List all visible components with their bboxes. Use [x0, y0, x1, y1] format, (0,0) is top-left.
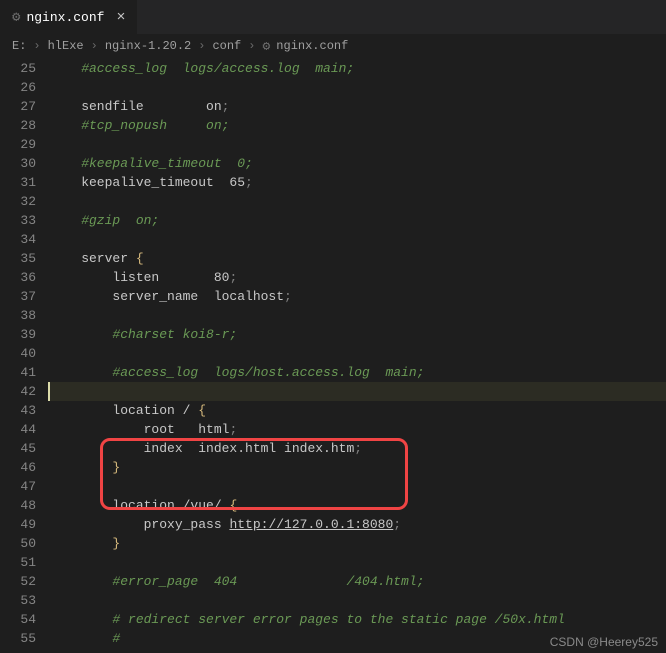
line-number: 53 [0, 591, 36, 610]
code-line[interactable]: root html; [50, 420, 666, 439]
code-line[interactable] [50, 135, 666, 154]
chevron-right-icon: › [198, 39, 205, 53]
cursor-icon [48, 382, 50, 401]
line-number: 37 [0, 287, 36, 306]
code-line-current[interactable] [50, 382, 666, 401]
line-number: 32 [0, 192, 36, 211]
line-number: 40 [0, 344, 36, 363]
code-line[interactable]: location /vue/ { [50, 496, 666, 515]
code-editor[interactable]: 25 26 27 28 29 30 31 32 33 34 35 36 37 3… [0, 57, 666, 653]
code-line[interactable] [50, 344, 666, 363]
tab-bar: ⚙ nginx.conf × [0, 0, 666, 35]
code-line[interactable] [50, 306, 666, 325]
line-number: 34 [0, 230, 36, 249]
tab-title: nginx.conf [26, 10, 104, 25]
code-line[interactable]: proxy_pass http://127.0.0.1:8080; [50, 515, 666, 534]
code-line[interactable] [50, 553, 666, 572]
line-number: 38 [0, 306, 36, 325]
breadcrumb-part[interactable]: conf [212, 39, 241, 53]
code-line[interactable] [50, 477, 666, 496]
line-number: 47 [0, 477, 36, 496]
line-number: 33 [0, 211, 36, 230]
close-icon[interactable]: × [116, 9, 125, 26]
line-number: 31 [0, 173, 36, 192]
line-number: 25 [0, 59, 36, 78]
code-content[interactable]: #access_log logs/access.log main; sendfi… [50, 57, 666, 653]
code-line[interactable]: #keepalive_timeout 0; [50, 154, 666, 173]
code-line[interactable]: } [50, 534, 666, 553]
line-number: 30 [0, 154, 36, 173]
line-number: 29 [0, 135, 36, 154]
code-line[interactable]: #access_log logs/access.log main; [50, 59, 666, 78]
code-line[interactable]: #tcp_nopush on; [50, 116, 666, 135]
line-number: 48 [0, 496, 36, 515]
code-line[interactable] [50, 230, 666, 249]
gear-icon: ⚙ [262, 39, 270, 54]
code-line[interactable]: } [50, 458, 666, 477]
line-number: 50 [0, 534, 36, 553]
line-number: 43 [0, 401, 36, 420]
code-line[interactable]: location / { [50, 401, 666, 420]
code-line[interactable]: index index.html index.htm; [50, 439, 666, 458]
chevron-right-icon: › [91, 39, 98, 53]
code-line[interactable]: server { [50, 249, 666, 268]
line-number: 26 [0, 78, 36, 97]
code-line[interactable]: #access_log logs/host.access.log main; [50, 363, 666, 382]
chevron-right-icon: › [248, 39, 255, 53]
line-number: 45 [0, 439, 36, 458]
code-line[interactable] [50, 78, 666, 97]
code-line[interactable]: listen 80; [50, 268, 666, 287]
code-line[interactable]: keepalive_timeout 65; [50, 173, 666, 192]
code-line[interactable]: sendfile on; [50, 97, 666, 116]
line-number: 42 [0, 382, 36, 401]
chevron-right-icon: › [33, 39, 40, 53]
code-line[interactable] [50, 192, 666, 211]
code-line[interactable]: #error_page 404 /404.html; [50, 572, 666, 591]
line-number: 27 [0, 97, 36, 116]
line-number: 36 [0, 268, 36, 287]
gear-icon: ⚙ [12, 9, 20, 26]
line-number: 51 [0, 553, 36, 572]
code-line[interactable]: #gzip on; [50, 211, 666, 230]
code-line[interactable] [50, 591, 666, 610]
code-line[interactable]: # redirect server error pages to the sta… [50, 610, 666, 629]
breadcrumb-part[interactable]: nginx.conf [276, 39, 348, 53]
breadcrumb-part[interactable]: E: [12, 39, 26, 53]
watermark: CSDN @Heerey525 [550, 635, 658, 649]
line-number: 44 [0, 420, 36, 439]
code-line[interactable]: #charset koi8-r; [50, 325, 666, 344]
tab-nginx-conf[interactable]: ⚙ nginx.conf × [0, 0, 137, 35]
breadcrumb[interactable]: E: › hlExe › nginx-1.20.2 › conf › ⚙ ngi… [0, 35, 666, 57]
code-line[interactable]: server_name localhost; [50, 287, 666, 306]
line-number: 46 [0, 458, 36, 477]
breadcrumb-part[interactable]: nginx-1.20.2 [105, 39, 191, 53]
line-number: 55 [0, 629, 36, 648]
line-number: 35 [0, 249, 36, 268]
line-number: 39 [0, 325, 36, 344]
breadcrumb-part[interactable]: hlExe [48, 39, 84, 53]
line-number: 49 [0, 515, 36, 534]
line-number: 54 [0, 610, 36, 629]
line-number: 41 [0, 363, 36, 382]
line-number-gutter: 25 26 27 28 29 30 31 32 33 34 35 36 37 3… [0, 57, 50, 653]
line-number: 28 [0, 116, 36, 135]
line-number: 52 [0, 572, 36, 591]
